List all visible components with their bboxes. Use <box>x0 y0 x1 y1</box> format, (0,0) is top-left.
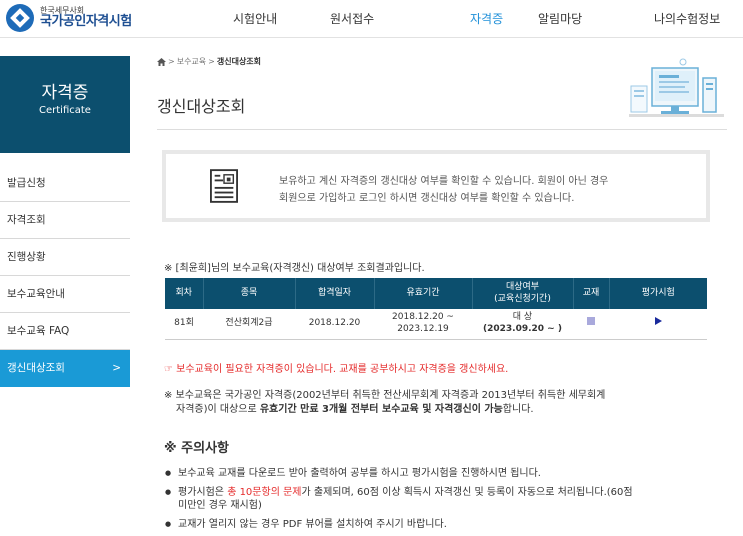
table-header-row: 회차 종목 합격일자 유효기간 대상여부 (교육신청기간) 교재 평가시험 <box>165 278 707 309</box>
side-nav: 자격증 Certificate 발급신청 자격조회 진행상황 보수교육안내 보수… <box>0 56 130 387</box>
valid-to: 2023.12.19 <box>397 323 449 334</box>
note-line: 자격증)이 대상으로 유효기간 만료 3개월 전부터 보수교육 및 자격갱신이 … <box>176 404 534 415</box>
breadcrumb-parent[interactable]: 보수교육 <box>177 56 206 67</box>
main-content: > 보수교육 > 갱신대상조회 갱신대상조회 보유하고 계신 자격증의 갱신대상… <box>157 56 727 531</box>
chevron-right-icon: > <box>112 362 121 374</box>
cell-valid-period: 2018.12.20 ~ 2023.12.19 <box>374 309 472 340</box>
side-nav-item-lookup[interactable]: 자격조회 <box>0 202 130 239</box>
side-nav-item-label: 갱신대상조회 <box>7 362 65 374</box>
info-box: 보유하고 계신 자격증의 갱신대상 여부를 확인할 수 있습니다. 회원이 아닌… <box>162 150 710 222</box>
column-header-textbook: 교재 <box>573 278 610 309</box>
list-item: 평가시험은 총 10문항의 문제가 출제되며, 60점 이상 획득시 자격갱신 … <box>164 486 633 513</box>
cell-textbook <box>573 309 609 340</box>
top-header: 한국세무사회 국가공인자격시험 시험안내 원서접수 자격증 알림마당 나의수험정… <box>0 0 743 38</box>
result-caption: ※ [최윤희]님의 보수교육(자격갱신) 대상여부 조회결과입니다. <box>164 263 425 274</box>
side-nav-item-education-guide[interactable]: 보수교육안내 <box>0 276 130 313</box>
cell-pass-date: 2018.12.20 <box>295 309 374 340</box>
cell-item: 전산회계2급 <box>203 309 295 340</box>
note-line: ※ 보수교육은 국가공인 자격증(2002년부터 취득한 전산세무회계 자격증과… <box>164 390 606 401</box>
column-header-item: 종목 <box>203 278 296 309</box>
info-text-line: 회원으로 가입하고 로그인 하시면 갱신대상 여부를 확인할 수 있습니다. <box>279 193 575 204</box>
cell-round: 81회 <box>165 309 203 340</box>
title-divider <box>157 129 727 130</box>
caution-title: ※ 주의사항 <box>164 441 230 456</box>
list-item: 교재가 열리지 않는 경우 PDF 뷰어를 설치하여 주시기 바랍니다. <box>164 518 633 532</box>
nav-exam-info[interactable]: 시험안내 <box>233 10 277 27</box>
list-item: 보수교육 교재를 다운로드 받아 출력하여 공부를 하시고 평가시험을 진행하시… <box>164 467 633 481</box>
column-header-exam: 평가시험 <box>609 278 707 309</box>
document-icon <box>210 169 238 203</box>
valid-from: 2018.12.20 ~ <box>392 312 454 323</box>
side-nav-item-education-faq[interactable]: 보수교육 FAQ <box>0 313 130 350</box>
column-header-target: 대상여부 (교육신청기간) <box>472 278 574 309</box>
alert-message: ☞ 보수교육이 필요한 자격증이 있습니다. 교재를 공부하시고 자격증을 갱신… <box>164 364 509 375</box>
nav-notice-board[interactable]: 알림마당 <box>538 10 582 27</box>
column-header-target-label: 대상여부 <box>505 282 540 293</box>
breadcrumb-separator: > <box>168 57 175 66</box>
nav-my-exam-info[interactable]: 나의수험정보 <box>654 10 720 27</box>
nav-application[interactable]: 원서접수 <box>330 10 374 27</box>
education-note: ※ 보수교육은 국가공인 자격증(2002년부터 취득한 전산세무회계 자격증과… <box>164 389 605 417</box>
side-nav-header: 자격증 Certificate <box>0 56 130 153</box>
side-nav-item-renewal-lookup[interactable]: 갱신대상조회 > <box>0 350 130 387</box>
cell-exam <box>609 309 707 340</box>
textbook-download-icon[interactable] <box>587 317 595 326</box>
caution-emphasis: 총 10문항의 문제 <box>227 486 302 498</box>
breadcrumb-separator: > <box>208 57 215 66</box>
column-header-pass-date: 합격일자 <box>295 278 375 309</box>
logo-title: 국가공인자격시험 <box>40 14 132 30</box>
table-row: 81회 전산회계2급 2018.12.20 2018.12.20 ~ 2023.… <box>165 309 707 340</box>
column-header-valid-period: 유효기간 <box>374 278 473 309</box>
home-icon[interactable] <box>157 57 166 66</box>
logo-emblem-icon <box>6 4 34 32</box>
nav-certificate[interactable]: 자격증 <box>470 10 503 27</box>
side-nav-item-progress[interactable]: 진행상황 <box>0 239 130 276</box>
target-status: 대 상 <box>512 312 533 323</box>
apply-period: (2023.09.20 ~ ) <box>483 323 562 334</box>
side-nav-subtitle: Certificate <box>39 105 91 116</box>
breadcrumb-current: 갱신대상조회 <box>216 57 262 66</box>
note-emphasis: 유효기간 만료 3개월 전부터 보수교육 및 자격갱신이 가능 <box>259 404 503 415</box>
result-table: 회차 종목 합격일자 유효기간 대상여부 (교육신청기간) 교재 평가시험 81… <box>165 278 707 340</box>
info-text-line: 보유하고 계신 자격증의 갱신대상 여부를 확인할 수 있습니다. 회원이 아닌… <box>279 176 609 187</box>
column-header-target-sub: (교육신청기간) <box>494 293 551 304</box>
site-logo[interactable]: 한국세무사회 국가공인자격시험 <box>6 4 132 32</box>
column-header-round: 회차 <box>165 278 204 309</box>
side-nav-item-issue[interactable]: 발급신청 <box>0 165 130 202</box>
computer-illustration-icon <box>629 58 724 117</box>
exam-start-icon[interactable] <box>654 317 662 326</box>
side-nav-title: 자격증 <box>41 83 89 103</box>
caution-list: 보수교육 교재를 다운로드 받아 출력하여 공부를 하시고 평가시험을 진행하시… <box>164 467 633 536</box>
cell-target: 대 상 (2023.09.20 ~ ) <box>472 309 573 340</box>
